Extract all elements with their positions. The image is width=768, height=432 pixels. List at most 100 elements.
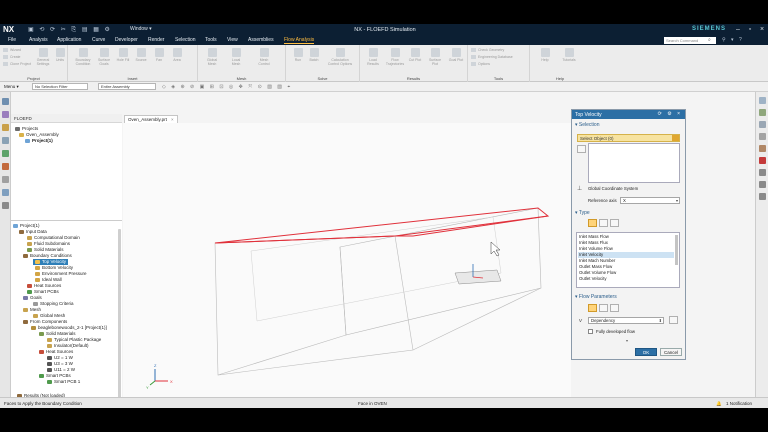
ribbon-mesh-control[interactable]: Mesh Control bbox=[254, 48, 274, 66]
ribbon-engineering-database[interactable]: Engineering Database bbox=[471, 55, 513, 60]
pressure-opening-type-icon[interactable] bbox=[599, 219, 608, 227]
close-icon[interactable]: × bbox=[757, 25, 767, 35]
type-list-scrollbar[interactable] bbox=[675, 235, 678, 265]
menu-button[interactable]: Menu ▾ bbox=[4, 84, 19, 90]
ribbon-hole-fill[interactable]: Hole Fill bbox=[116, 48, 130, 62]
tab-close-icon[interactable]: × bbox=[171, 117, 174, 122]
menu-view[interactable]: View bbox=[227, 37, 238, 43]
ribbon-load-results[interactable]: Load Results bbox=[364, 48, 382, 66]
coordinate-system-icon[interactable]: ⊥ bbox=[577, 185, 586, 193]
3d-vector-icon[interactable] bbox=[599, 304, 608, 312]
ribbon-fan[interactable]: Fan bbox=[152, 48, 166, 62]
reference-axis-dropdown[interactable]: X ▾ bbox=[620, 197, 680, 204]
ribbon-global-mesh[interactable]: Global Mesh bbox=[204, 48, 220, 66]
flow-opening-type-icon[interactable] bbox=[588, 219, 597, 227]
ribbon-run[interactable]: Run bbox=[292, 48, 304, 62]
filter-icon[interactable] bbox=[577, 145, 586, 153]
ribbon-general-settings[interactable]: General Settings bbox=[36, 48, 50, 66]
menu-assemblies[interactable]: Assemblies bbox=[248, 37, 274, 43]
search-icon[interactable]: ⌕ bbox=[708, 37, 711, 43]
ribbon-area[interactable]: Area bbox=[170, 48, 184, 62]
dialog-title-bar[interactable]: Top Velocity ⟳ ⚙ × bbox=[572, 110, 685, 119]
ribbon-surface-plot[interactable]: Surface Plot bbox=[426, 48, 444, 66]
quick-access-toolbar[interactable]: ▣ ⟲ ⟳ ✂ ⎘ ▤ ▦ ⚙ bbox=[28, 26, 112, 34]
menu-application[interactable]: Application bbox=[57, 37, 81, 43]
type-list-item[interactable]: Outlet Velocity bbox=[578, 276, 674, 282]
roles-icon[interactable] bbox=[2, 163, 9, 170]
selection-section-header[interactable]: ▾ Selection bbox=[575, 122, 599, 128]
menu-file[interactable]: File bbox=[8, 37, 16, 43]
more-options-icon[interactable]: ▾ bbox=[626, 338, 628, 343]
dialog-title-buttons[interactable]: ⟳ ⚙ × bbox=[658, 111, 682, 117]
hide-show-icon[interactable] bbox=[759, 145, 766, 152]
ribbon-options-icons[interactable]: ⚲ ▾ ? bbox=[722, 37, 744, 43]
flow-parameters-section-header[interactable]: ▾ Flow Parameters bbox=[575, 294, 617, 300]
part-navigator-icon[interactable] bbox=[2, 111, 9, 118]
history-icon[interactable] bbox=[2, 137, 9, 144]
measure-icon[interactable] bbox=[759, 169, 766, 176]
render-style-icon[interactable] bbox=[759, 109, 766, 116]
menu-render[interactable]: Render bbox=[148, 37, 164, 43]
fit-view-icon[interactable] bbox=[759, 121, 766, 128]
ribbon-surface-goals[interactable]: Surface Goals bbox=[96, 48, 112, 66]
tree-scrollbar[interactable] bbox=[118, 229, 121, 407]
pcb-board[interactable] bbox=[454, 269, 502, 285]
fully-developed-checkbox[interactable] bbox=[588, 329, 593, 334]
tree-item-active-project[interactable]: Project(1) bbox=[25, 138, 53, 144]
ribbon-local-mesh[interactable]: Local Mesh bbox=[228, 48, 244, 66]
units-icon[interactable] bbox=[669, 316, 678, 324]
model-view[interactable]: Z X Y bbox=[123, 123, 571, 408]
status-notifications[interactable]: 1 Notification bbox=[726, 401, 752, 406]
menu-selection[interactable]: Selection bbox=[175, 37, 196, 43]
notification-bell-icon[interactable]: 🔔 bbox=[716, 401, 722, 407]
ribbon-boundary-condition[interactable]: Boundary Condition bbox=[74, 48, 92, 66]
cancel-button[interactable]: Cancel bbox=[660, 348, 682, 356]
system-materials-icon[interactable] bbox=[2, 176, 9, 183]
floefd-analysis-tree-icon[interactable] bbox=[2, 150, 9, 157]
selection-filter-dropdown[interactable]: No Selection Filter bbox=[32, 83, 88, 90]
web-browser-icon[interactable] bbox=[2, 189, 9, 196]
ribbon-tutorials[interactable]: Tutorials bbox=[560, 48, 578, 62]
reuse-library-icon[interactable] bbox=[2, 124, 9, 131]
ribbon-clone-project[interactable]: Clone Project bbox=[3, 62, 31, 67]
selection-scope-dropdown[interactable]: Entire Assembly bbox=[98, 83, 156, 90]
add-object-icon[interactable] bbox=[672, 135, 679, 141]
menu-analysis[interactable]: Analysis bbox=[29, 37, 48, 43]
ribbon-cut-plot[interactable]: Cut Plot bbox=[408, 48, 422, 62]
assembly-navigator-icon[interactable] bbox=[2, 98, 9, 105]
normal-to-face-icon[interactable] bbox=[588, 304, 597, 312]
ribbon-help[interactable]: Help bbox=[538, 48, 552, 62]
type-list[interactable]: Inlet Mass Flow Inlet Mass Flux Inlet Vo… bbox=[576, 232, 680, 288]
more-tools-icon[interactable] bbox=[759, 193, 766, 200]
graphics-tab[interactable]: Oven_Assembly.prt × bbox=[124, 115, 178, 123]
ribbon-goal-plot[interactable]: Goal Plot bbox=[448, 48, 464, 62]
help-icon[interactable] bbox=[759, 181, 766, 188]
ribbon-batch[interactable]: Batch bbox=[308, 48, 320, 62]
menu-flow-analysis[interactable]: Flow Analysis bbox=[284, 37, 315, 44]
ribbon-create[interactable]: Create bbox=[3, 55, 21, 60]
type-section-header[interactable]: ▾ Type bbox=[575, 210, 590, 216]
ribbon-options[interactable]: Options bbox=[471, 62, 490, 67]
section-view-icon[interactable] bbox=[759, 133, 766, 140]
ribbon-units[interactable]: Units bbox=[54, 48, 66, 62]
swirl-icon[interactable] bbox=[610, 304, 619, 312]
graphics-window[interactable]: Z X Y bbox=[123, 123, 571, 408]
wall-type-icon[interactable] bbox=[610, 219, 619, 227]
ribbon-wizard[interactable]: Wizard bbox=[3, 48, 21, 53]
ok-button[interactable]: OK bbox=[635, 348, 657, 356]
ribbon-flow-trajectories[interactable]: Flow Trajectories bbox=[385, 48, 405, 66]
menu-developer[interactable]: Developer bbox=[115, 37, 138, 43]
maximize-icon[interactable]: ▫ bbox=[745, 25, 755, 35]
menu-curve[interactable]: Curve bbox=[92, 37, 105, 43]
velocity-dependency-field[interactable]: Dependency ⬍ bbox=[588, 317, 664, 324]
select-object-field[interactable]: Select Object (0) bbox=[577, 134, 680, 142]
settings-icon[interactable] bbox=[2, 202, 9, 209]
selected-objects-list[interactable] bbox=[588, 143, 680, 183]
menu-tools[interactable]: Tools bbox=[205, 37, 217, 43]
flow-results-icon[interactable] bbox=[759, 157, 766, 164]
window-menu[interactable]: Window ▾ bbox=[130, 26, 152, 32]
view-orient-icon[interactable] bbox=[759, 97, 766, 104]
selection-toolbar-icons[interactable]: ◇ ◈ ⊕ ⊘ ▣ ⊞ ⊡ ◎ ✥ ⤧ ⊙ ▧ ▨ ⌖ bbox=[162, 84, 292, 90]
ribbon-check-geometry[interactable]: Check Geometry bbox=[471, 48, 504, 53]
coord-system-label[interactable]: Global Coordinate System bbox=[588, 186, 638, 191]
